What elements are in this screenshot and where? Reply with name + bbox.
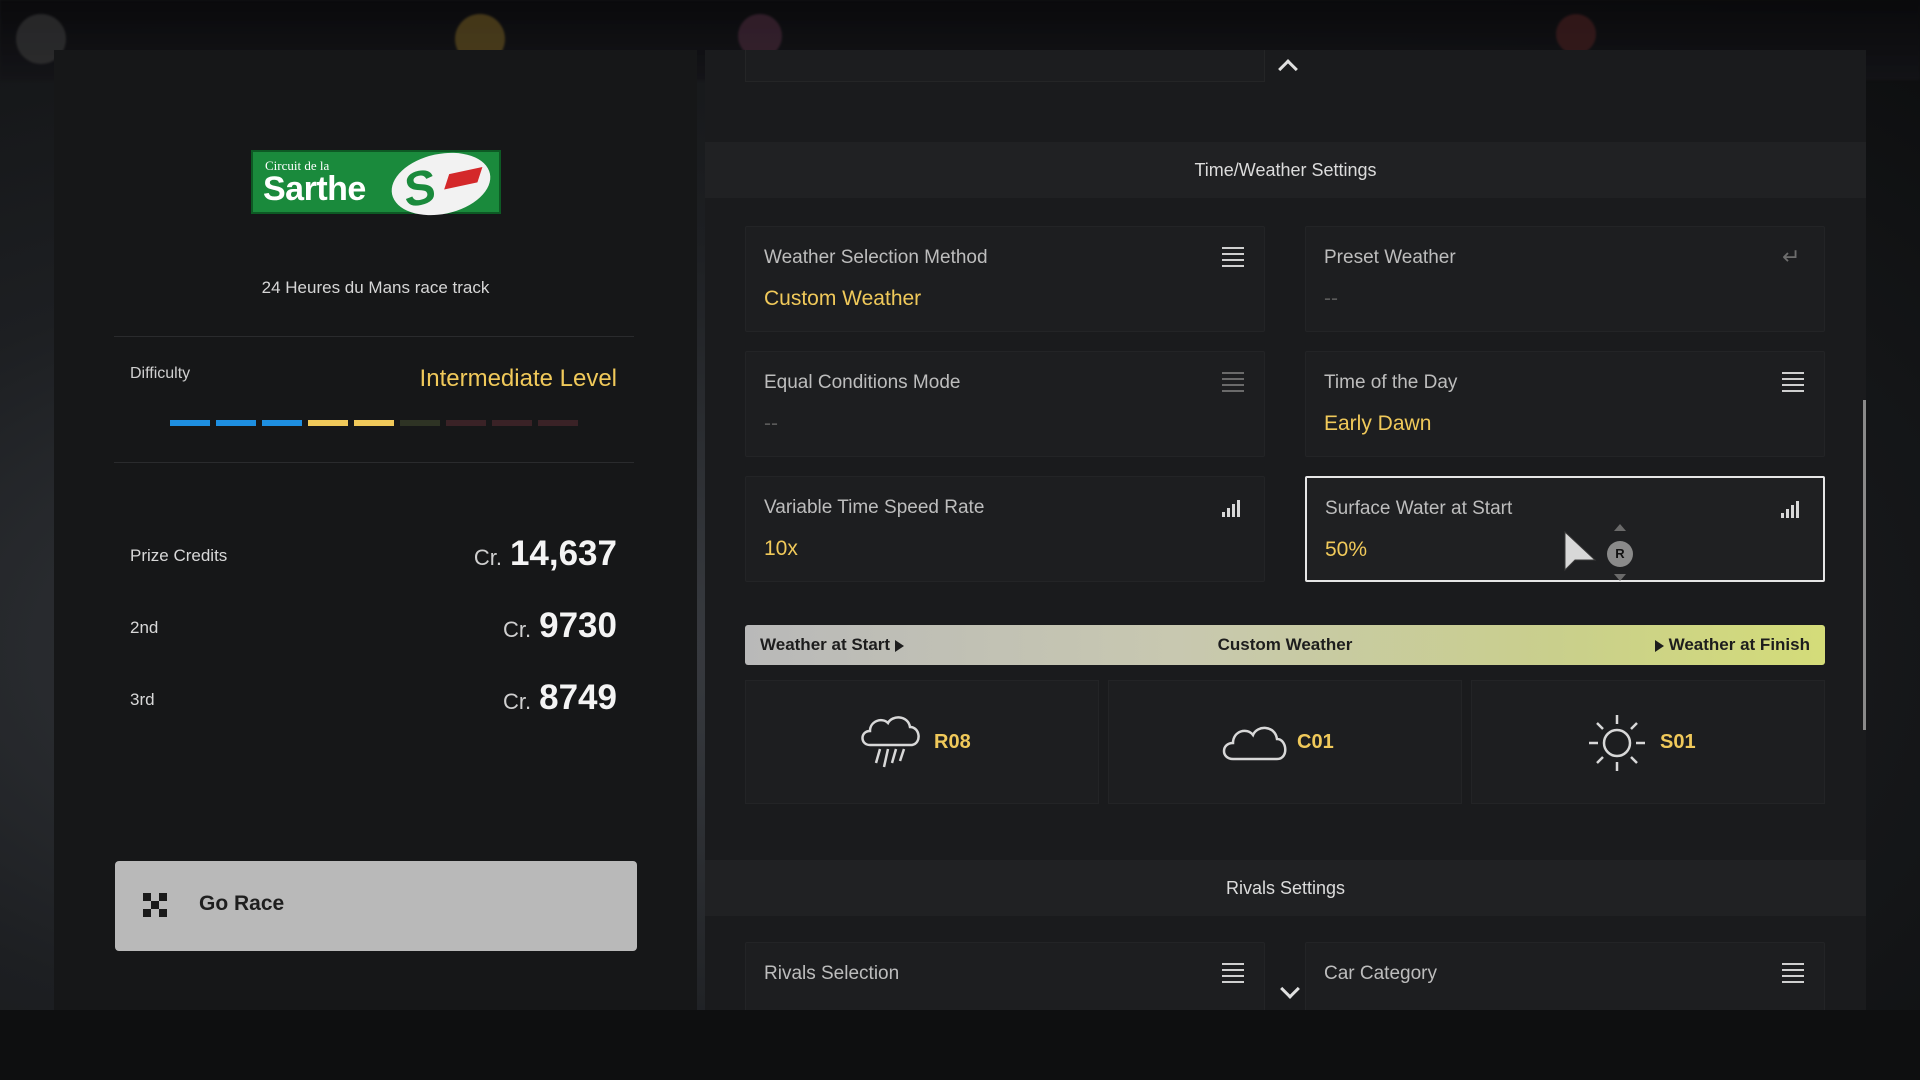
scroll-up-icon[interactable] (1278, 59, 1298, 79)
prize-currency: Cr. (473, 545, 502, 570)
prize-amount: 8749 (539, 678, 617, 717)
rain-cloud-icon (861, 716, 920, 768)
sun-icon (1589, 715, 1645, 771)
difficulty-segment (492, 420, 532, 426)
track-logo-mark: S (398, 159, 441, 219)
prize-value: Cr. 9730 (503, 606, 617, 646)
prize-value: Cr. 14,637 (474, 534, 617, 574)
scrollbar-thumb[interactable] (1863, 400, 1866, 730)
prize-label: Prize Credits (130, 546, 228, 565)
warning-icon (1556, 14, 1596, 54)
menu-icon (1782, 963, 1804, 983)
prize-value: Cr. 8749 (503, 678, 617, 718)
weather-code: C01 (1297, 731, 1334, 753)
prize-label: 3rd (130, 690, 155, 709)
prize-amount: 9730 (539, 606, 617, 645)
card-title: Variable Time Speed Rate (764, 497, 985, 518)
track-logo: Circuit de la Sarthe S (251, 144, 501, 224)
difficulty-segment (400, 420, 440, 426)
menu-icon (1782, 372, 1804, 392)
difficulty-value: Intermediate Level (419, 365, 617, 392)
time-weather-section-title: Time/Weather Settings (705, 142, 1866, 198)
variable-time-speed-rate-card[interactable]: Variable Time Speed Rate 10x (745, 476, 1265, 582)
weather-timeline-bar: Weather at Start Custom Weather Weather … (745, 625, 1825, 665)
prize-currency: Cr. (503, 617, 532, 642)
prize-label: 2nd (130, 618, 159, 637)
weather-tile-start[interactable]: R08 (745, 680, 1099, 804)
decrease-arrow-icon (1614, 574, 1626, 581)
play-arrow-icon (1654, 639, 1664, 652)
card-value: Custom Weather (764, 287, 922, 310)
rivals-selection-card[interactable]: Rivals Selection (745, 942, 1265, 1010)
rivals-section-title: Rivals Settings (705, 860, 1866, 916)
enter-icon: ↵ (1782, 244, 1801, 269)
difficulty-segment (538, 420, 578, 426)
difficulty-segment (446, 420, 486, 426)
weather-tile-finish[interactable]: S01 (1471, 680, 1825, 804)
card-title: Car Category (1324, 963, 1437, 984)
difficulty-segment (308, 420, 348, 426)
card-value: -- (1324, 287, 1338, 310)
difficulty-meter (170, 420, 578, 426)
card-title: Preset Weather (1324, 247, 1456, 268)
weather-code: S01 (1660, 731, 1696, 753)
difficulty-segment (262, 420, 302, 426)
track-subtitle: 24 Heures du Mans race track (261, 278, 490, 297)
difficulty-label: Difficulty (130, 365, 191, 382)
checkered-flag-icon (143, 893, 169, 919)
prize-row-3rd: 3rd Cr. 8749 (130, 672, 617, 722)
go-race-button[interactable]: Go Race (115, 861, 637, 951)
prize-row-2nd: 2nd Cr. 9730 (130, 600, 617, 650)
menu-icon (1222, 247, 1244, 267)
card-title: Rivals Selection (764, 963, 900, 984)
increase-arrow-icon (1614, 524, 1626, 531)
event-summary-panel: Circuit de la Sarthe S 24 Heures du Mans… (54, 50, 697, 1010)
weather-selection-method-card[interactable]: Weather Selection Method Custom Weather (745, 226, 1265, 332)
weather-tile-middle[interactable]: C01 (1108, 680, 1462, 804)
card-value: 50% (1325, 538, 1368, 561)
difficulty-segment (354, 420, 394, 426)
car-category-card[interactable]: Car Category (1305, 942, 1825, 1010)
cursor-arrow-icon (1564, 530, 1597, 572)
prize-amount: 14,637 (509, 534, 617, 573)
card-value: 10x (764, 537, 798, 560)
difficulty-segment (216, 420, 256, 426)
card-value: Early Dawn (1324, 412, 1432, 435)
card-title: Equal Conditions Mode (764, 372, 961, 393)
card-value: -- (764, 412, 778, 435)
card-title: Time of the Day (1324, 372, 1458, 393)
scroll-down-icon[interactable] (1280, 979, 1300, 999)
bottom-bar (0, 1010, 1920, 1080)
divider (114, 336, 634, 337)
go-race-label: Go Race (199, 892, 285, 915)
prize-currency: Cr. (503, 689, 532, 714)
weather-code: R08 (934, 731, 971, 753)
difficulty-segment (170, 420, 210, 426)
cloud-icon (1222, 726, 1287, 761)
track-logo-flag (444, 167, 483, 190)
previous-setting-card[interactable] (745, 50, 1265, 82)
card-title: Weather Selection Method (764, 247, 988, 268)
menu-icon (1222, 963, 1244, 983)
time-of-day-card[interactable]: Time of the Day Early Dawn (1305, 351, 1825, 457)
track-logo-swirl: S (385, 144, 497, 224)
track-logo-line2: Sarthe (263, 170, 366, 208)
divider (114, 462, 634, 463)
equal-conditions-mode-card[interactable]: Equal Conditions Mode -- (745, 351, 1265, 457)
settings-panel[interactable]: Time/Weather Settings Weather Selection … (705, 50, 1866, 1010)
weather-at-finish-label: Weather at Finish (1654, 635, 1810, 655)
r-stick-badge: R (1607, 541, 1633, 567)
card-title: Surface Water at Start (1325, 498, 1513, 519)
prize-row-1st: Prize Credits Cr. 14,637 (130, 528, 617, 578)
menu-icon (1222, 372, 1244, 392)
preset-weather-card[interactable]: Preset Weather -- ↵ (1305, 226, 1825, 332)
signal-bars-icon (1222, 497, 1244, 517)
signal-bars-icon (1781, 498, 1803, 518)
